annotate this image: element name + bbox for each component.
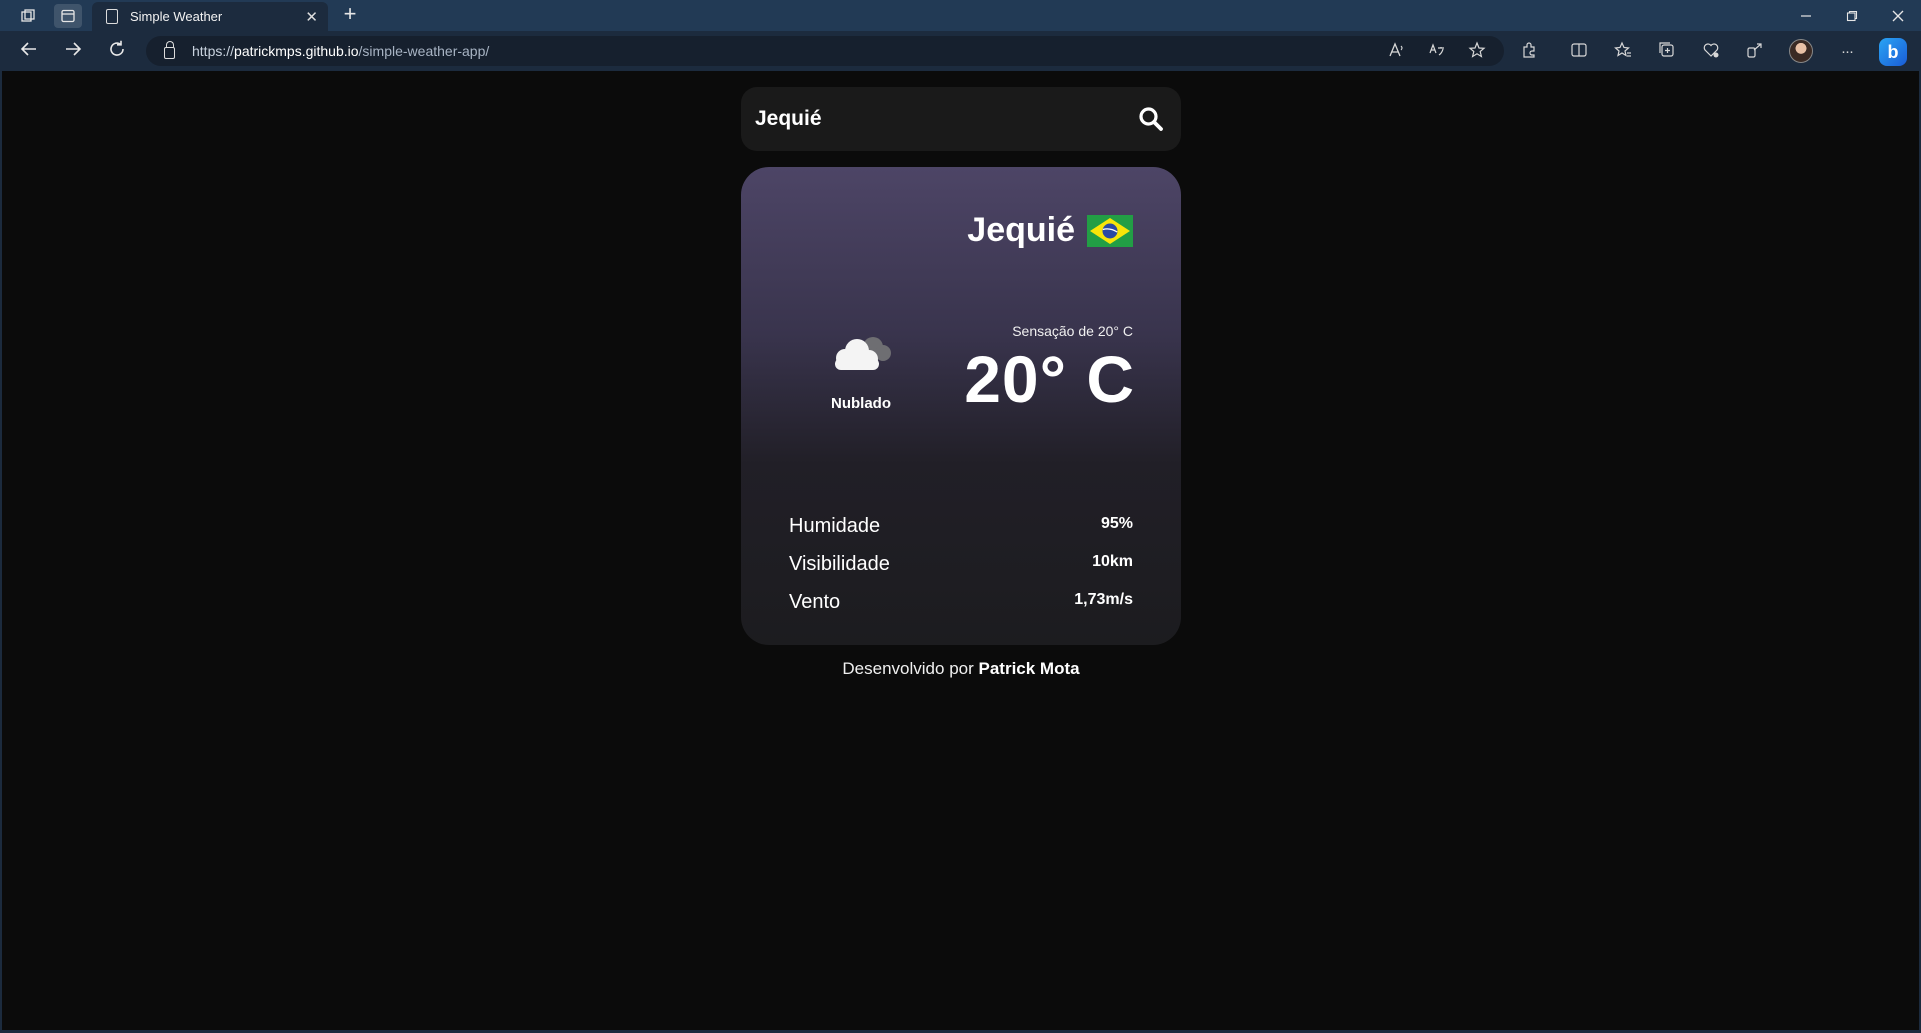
refresh-button[interactable] [104,39,130,63]
read-aloud-icon[interactable] [1386,41,1408,63]
browser-toolbar: https://patrickmps.github.io/simple-weat… [0,31,1921,71]
share-icon[interactable] [1744,41,1766,63]
temperature: 20° C [964,342,1135,416]
favorites-icon[interactable] [1612,41,1634,63]
url-path: /simple-weather-app/ [358,43,490,59]
more-options-icon[interactable]: ··· [1836,41,1858,63]
translate-icon[interactable] [1426,41,1448,63]
cloud-icon [835,337,891,370]
stat-row-wind: Vento 1,73m/s [789,583,1133,621]
tab-simple-weather[interactable]: Simple Weather ✕ [92,2,328,31]
profile-avatar[interactable] [1789,39,1813,63]
close-tab-icon[interactable]: ✕ [305,8,318,26]
minimize-button[interactable] [1784,0,1828,31]
stat-row-humidity: Humidade 95% [789,507,1133,545]
close-window-button[interactable] [1876,0,1920,31]
tab-title: Simple Weather [130,9,223,24]
url-host: patrickmps.github.io [234,43,359,59]
stat-row-visibility: Visibilidade 10km [789,545,1133,583]
forward-button[interactable] [60,39,86,63]
back-button[interactable] [16,39,42,63]
city-search-input[interactable] [741,87,1121,151]
browser-essentials-icon[interactable] [1700,41,1722,63]
footer-credit: Desenvolvido por Patrick Mota [741,659,1181,679]
bing-copilot-icon[interactable]: b [1879,38,1907,66]
workspaces-icon[interactable] [14,4,42,28]
stat-label: Vento [789,590,841,613]
window-border-left [0,71,2,1033]
weather-card: Jequié Nublado Sensação de 20° C 20° C H… [741,167,1181,645]
new-tab-button[interactable]: + [338,3,362,27]
city-name: Jequié [967,211,1075,249]
stat-label: Visibilidade [789,552,890,575]
favorite-star-icon[interactable] [1466,41,1488,63]
footer-author: Patrick Mota [978,659,1080,678]
collections-icon[interactable] [1656,41,1678,63]
feels-like-text: Sensação de 20° C [1012,323,1133,339]
search-icon [1139,107,1163,131]
search-button[interactable] [1121,87,1181,151]
address-bar[interactable]: https://patrickmps.github.io/simple-weat… [146,36,1504,66]
stat-value: 10km [1092,553,1133,570]
weather-stats: Humidade 95% Visibilidade 10km Vento 1,7… [789,507,1133,621]
page-body: Jequié Nublado Sensação de 20° C [0,71,1921,1033]
stat-value: 1,73m/s [1074,591,1133,608]
url-scheme: https:// [192,43,235,59]
split-screen-icon[interactable] [1568,41,1590,63]
page-icon [106,9,118,24]
restore-button[interactable] [1830,0,1874,31]
extensions-icon[interactable] [1518,41,1540,63]
stat-value: 95% [1100,515,1133,532]
weather-condition: Nublado [831,395,891,412]
footer-prefix: Desenvolvido por [842,659,974,678]
lock-icon[interactable] [164,41,175,59]
brazil-flag-icon [1087,214,1133,247]
search-bar [741,87,1181,151]
tab-actions-icon[interactable] [54,3,82,28]
stat-label: Humidade [789,514,881,537]
location-header: Jequié [967,211,1133,250]
